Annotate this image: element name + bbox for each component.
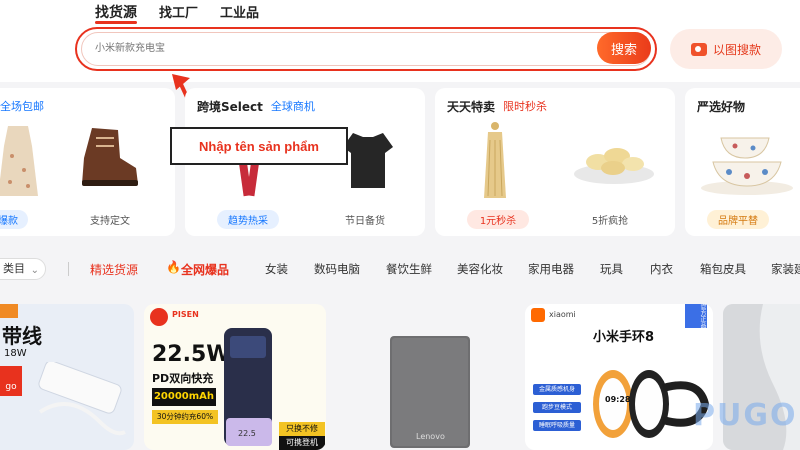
dress-product-image xyxy=(0,126,38,196)
camera-icon xyxy=(690,42,707,56)
tab-find-factory[interactable]: 找工厂 xyxy=(159,2,198,22)
card-title: 全场包邮 xyxy=(0,98,44,114)
image-search-button[interactable]: 以图搜款 xyxy=(670,29,782,69)
tile-tag xyxy=(0,304,18,318)
tile-capacity: 20000mAh xyxy=(152,388,216,406)
tile-heading: 小米手环8 xyxy=(593,330,655,345)
tile-charge-time: 30分钟约充60% xyxy=(152,410,218,424)
image-search-label: 以图搜款 xyxy=(712,42,761,57)
card-free-shipping[interactable]: 全场包邮 爆款 支持定文 xyxy=(0,88,175,236)
card-chip[interactable]: 品牌平替 xyxy=(707,210,769,229)
tile-heading: 带线 xyxy=(2,324,42,348)
search-header: 找货源 找工厂 工业品 搜索 以图搜款 xyxy=(0,0,800,82)
nav-item[interactable]: 内衣 xyxy=(650,261,673,277)
card-chip[interactable]: 节日备货 xyxy=(330,212,400,227)
card-subtitle: 限时秒杀 xyxy=(503,100,548,113)
card-title-text: 跨境Select xyxy=(197,100,263,114)
nav-item[interactable]: 箱包皮具 xyxy=(700,261,746,277)
watermark: PUGO xyxy=(693,398,798,433)
boot-product-image xyxy=(82,128,138,186)
card-title: 严选好物 xyxy=(697,98,745,115)
powerbank-product-image xyxy=(38,362,126,436)
nav-item-featured[interactable]: 精选货源 xyxy=(90,261,138,278)
smartband-product-image: 09:28 xyxy=(593,370,709,438)
nav-item[interactable]: 美容化妆 xyxy=(457,261,503,277)
category-select-label: 类目 xyxy=(3,262,25,275)
tile-feature-tag: 跑步豆模式 xyxy=(533,402,581,413)
tile-brand: PISEN xyxy=(172,310,199,319)
card-selected-goods[interactable]: 严选好物 品牌平替 xyxy=(685,88,800,236)
nav-item[interactable]: 数码电脑 xyxy=(314,261,360,277)
xiaomi-logo-icon xyxy=(531,308,545,322)
powerbank-product-image: 22.5 xyxy=(224,328,272,446)
card-subtitle: 全场包邮 xyxy=(0,100,44,113)
card-subtitle: 全球商机 xyxy=(270,100,315,113)
search-tabs: 找货源 找工厂 工业品 xyxy=(95,2,259,22)
nav-item[interactable]: 家装建材 xyxy=(771,261,800,277)
nav-divider xyxy=(68,262,69,276)
tile-corner-badge: 官方正品 xyxy=(685,304,707,328)
search-input[interactable] xyxy=(95,39,535,57)
tshirt-product-image xyxy=(343,133,393,188)
tile-badge: 可携登机 xyxy=(279,436,325,450)
card-chip[interactable]: 5折疯抢 xyxy=(575,212,645,227)
product-tile[interactable]: 带线 18W go xyxy=(0,304,134,450)
search-button[interactable]: 搜索 xyxy=(597,32,651,64)
promo-cards: 全场包邮 爆款 支持定文 跨境Select 全球商机 趋势热采 节日备货 天天特… xyxy=(0,82,800,242)
product-tile[interactable]: xiaomi 官方正品 小米手环8 金属质感机身 跑步豆模式 睡眠呼吸质量 09… xyxy=(525,304,713,450)
tab-industrial[interactable]: 工业品 xyxy=(220,2,259,22)
product-tile[interactable]: Lenovo xyxy=(336,304,516,450)
tile-badge: go xyxy=(0,366,22,396)
category-nav: 类目 ⌄ 精选货源 🔥 全网爆品 女装 数码电脑 餐饮生鲜 美容化妆 家用电器 … xyxy=(0,250,800,288)
fire-icon: 🔥 xyxy=(166,260,181,274)
tile-feature-tag: 睡眠呼吸质量 xyxy=(533,420,581,431)
tile-subheading: PD双向快充 xyxy=(152,372,214,385)
nav-item-hot[interactable]: 全网爆品 xyxy=(181,261,229,278)
annotation-label: Nhập tên sản phẩm xyxy=(170,127,348,165)
tab-find-source[interactable]: 找货源 xyxy=(95,2,137,22)
card-chip[interactable]: 支持定文 xyxy=(75,212,145,227)
page: 找货源 找工厂 工业品 搜索 以图搜款 全场包邮 xyxy=(0,0,800,450)
active-tab-underline xyxy=(95,21,137,24)
card-chip[interactable]: 爆款 xyxy=(0,210,28,229)
tile-brand: Lenovo xyxy=(416,432,445,441)
band-time: 09:28 xyxy=(605,395,631,404)
chevron-down-icon: ⌄ xyxy=(30,265,39,276)
cell-label: 22.5 xyxy=(238,429,256,438)
brand-logo-icon xyxy=(150,308,168,326)
nav-item[interactable]: 玩具 xyxy=(600,261,623,277)
food-product-image xyxy=(574,148,654,184)
category-select[interactable]: 类目 ⌄ xyxy=(0,258,46,280)
card-chip[interactable]: 趋势热采 xyxy=(217,210,279,229)
search-box: 搜索 xyxy=(75,27,657,71)
card-title: 天天特卖 限时秒杀 xyxy=(447,98,547,115)
tile-feature-tag: 金属质感机身 xyxy=(533,384,581,395)
card-title: 跨境Select 全球商机 xyxy=(197,98,315,115)
nav-item[interactable]: 女装 xyxy=(265,261,288,277)
product-tile[interactable]: PISEN 22.5W PD双向快充 20000mAh 30分钟约充60% 22… xyxy=(144,304,326,450)
tile-badge: 只换不修 xyxy=(279,422,325,436)
card-title-text: 天天特卖 xyxy=(447,100,496,114)
nav-item[interactable]: 家用电器 xyxy=(528,261,574,277)
card-daily-deals[interactable]: 天天特卖 限时秒杀 1元秒杀 5折疯抢 xyxy=(435,88,675,236)
nav-item[interactable]: 餐饮生鲜 xyxy=(386,261,432,277)
tile-brand-logo: xiaomi xyxy=(549,310,576,319)
card-chip[interactable]: 1元秒杀 xyxy=(467,210,529,229)
card-title-text: 严选好物 xyxy=(697,100,746,114)
tile-subheading: 18W xyxy=(4,348,27,359)
ceramic-product-image xyxy=(701,137,793,195)
earring-product-image xyxy=(484,122,506,198)
